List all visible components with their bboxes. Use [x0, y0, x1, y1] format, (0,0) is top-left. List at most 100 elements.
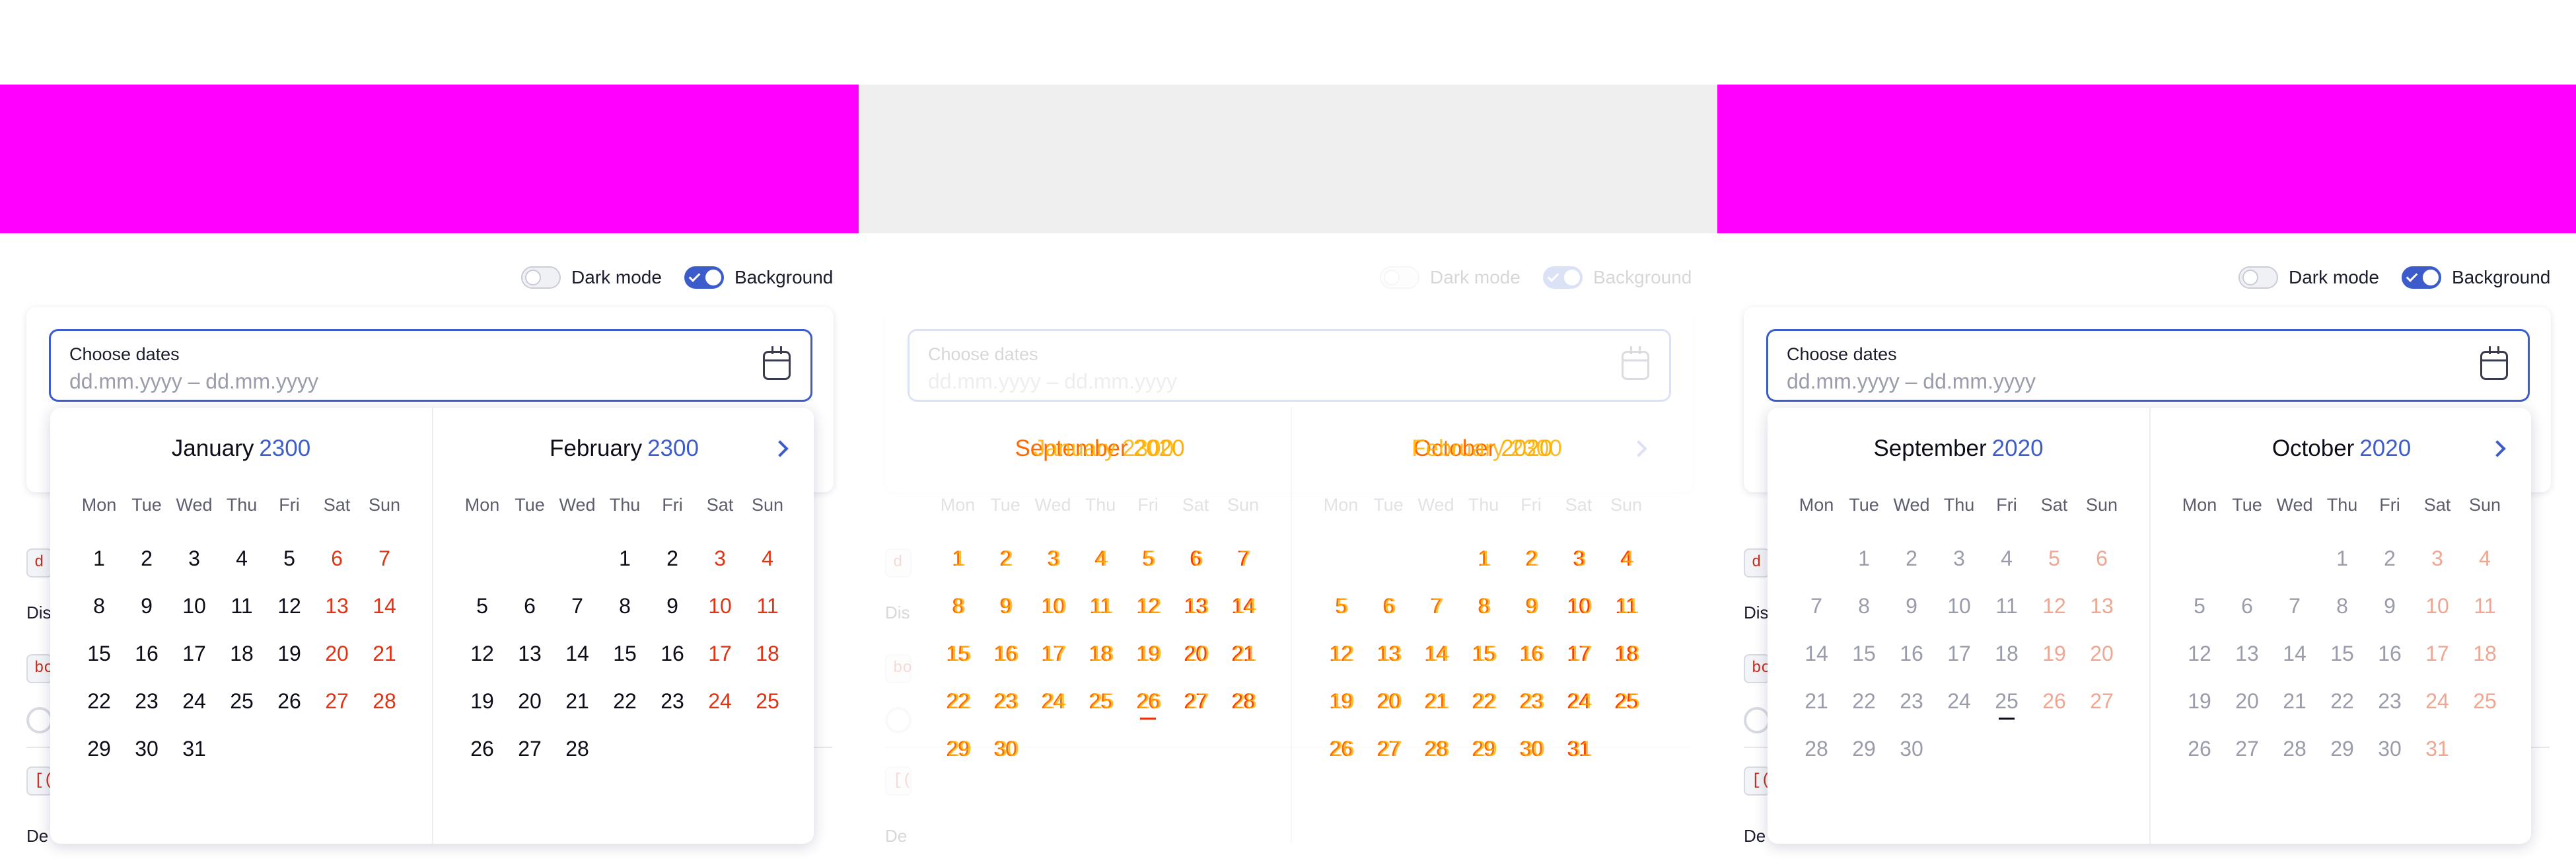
calendar-day[interactable]: 30 30	[982, 730, 1029, 767]
calendar-day[interactable]: 20	[2223, 683, 2271, 720]
calendar-day[interactable]: 8	[1840, 587, 1888, 624]
calendar-day[interactable]: 1	[2318, 540, 2366, 577]
calendar-day[interactable]: 10	[696, 587, 744, 624]
calendar-day[interactable]: 3	[170, 540, 218, 577]
dark-mode-toggle[interactable]: Dark mode	[521, 266, 662, 289]
calendar-day[interactable]: 13 13	[1172, 587, 1219, 624]
calendar-day[interactable]: 29	[1840, 730, 1888, 767]
calendar-day[interactable]: 10	[170, 587, 218, 624]
calendar-day[interactable]: 11	[218, 587, 266, 624]
calendar-day[interactable]: 12 12	[1317, 635, 1365, 672]
calendar-day[interactable]: 13 13	[1365, 635, 1412, 672]
calendar-day[interactable]: 25	[2461, 683, 2509, 720]
calendar-day[interactable]: 12	[266, 587, 313, 624]
calendar-day[interactable]: 20	[2078, 635, 2126, 672]
calendar-day[interactable]: 18 18	[1602, 635, 1650, 672]
calendar-day[interactable]: 11	[744, 587, 791, 624]
calendar-day[interactable]: 6	[2078, 540, 2126, 577]
calendar-day[interactable]: 15	[75, 635, 123, 672]
calendar-day[interactable]: 19 19	[1317, 683, 1365, 720]
calendar-day[interactable]: 15	[1840, 635, 1888, 672]
calendar-day[interactable]: 22	[1507, 540, 1555, 577]
background-switch[interactable]	[684, 266, 724, 289]
calendar-day[interactable]: 16 16	[1507, 635, 1555, 672]
calendar-day[interactable]: 11	[1983, 587, 2030, 624]
calendar-day[interactable]: 22	[2318, 683, 2366, 720]
calendar-day[interactable]: 17 17	[1555, 635, 1602, 672]
calendar-day[interactable]: 21 21	[1219, 635, 1267, 672]
calendar-day[interactable]: 13	[313, 587, 361, 624]
calendar-day[interactable]: 12	[2176, 635, 2223, 672]
calendar-day[interactable]: 28	[554, 730, 601, 767]
calendar-day[interactable]: 2	[123, 540, 170, 577]
calendar-day[interactable]: 15	[2318, 635, 2366, 672]
calendar-day[interactable]: 2	[2366, 540, 2414, 577]
calendar-day[interactable]: 26	[266, 683, 313, 720]
calendar-day[interactable]: 14	[2271, 635, 2318, 672]
calendar-day[interactable]: 22 22	[1460, 683, 1507, 720]
calendar-day[interactable]: 20	[313, 635, 361, 672]
calendar-day[interactable]: 19	[458, 683, 506, 720]
calendar-day[interactable]: 12	[2030, 587, 2078, 624]
calendar-day[interactable]: 15	[601, 635, 649, 672]
calendar-day[interactable]: 23	[123, 683, 170, 720]
calendar-day[interactable]: 22 22	[934, 683, 982, 720]
calendar-day[interactable]: 4	[744, 540, 791, 577]
calendar-day[interactable]: 11	[2461, 587, 2509, 624]
calendar-day[interactable]: 14	[1793, 635, 1840, 672]
calendar-day[interactable]: 1	[75, 540, 123, 577]
background-switch[interactable]	[2401, 266, 2441, 289]
calendar-day[interactable]: 24	[170, 683, 218, 720]
calendar-day[interactable]: 23	[1888, 683, 1935, 720]
calendar-day[interactable]: 5	[458, 587, 506, 624]
calendar-day[interactable]: 18	[744, 635, 791, 672]
calendar-day[interactable]: 11 11	[1077, 587, 1124, 624]
calendar-day[interactable]: 26 26	[1124, 683, 1172, 720]
calendar-day[interactable]: 9	[1888, 587, 1935, 624]
calendar-day[interactable]: 9	[2366, 587, 2414, 624]
calendar-day[interactable]: 44	[1077, 540, 1124, 577]
calendar-day[interactable]: 13	[2223, 635, 2271, 672]
calendar-day[interactable]: 26	[2176, 730, 2223, 767]
calendar-day[interactable]: 28 28	[1219, 683, 1267, 720]
calendar-day[interactable]: 19 19	[1124, 635, 1172, 672]
calendar-day[interactable]: 24 24	[1555, 683, 1602, 720]
calendar-day[interactable]: 5	[2176, 587, 2223, 624]
calendar-day[interactable]: 99	[982, 587, 1029, 624]
calendar-day[interactable]: 29 29	[1460, 730, 1507, 767]
calendar-day[interactable]: 28	[361, 683, 408, 720]
calendar-day[interactable]: 7	[2271, 587, 2318, 624]
calendar-day[interactable]: 23	[2366, 683, 2414, 720]
calendar-day[interactable]: 22	[1840, 683, 1888, 720]
calendar-icon[interactable]	[2480, 346, 2508, 380]
calendar-day[interactable]: 25	[218, 683, 266, 720]
calendar-day[interactable]: 7	[1793, 587, 1840, 624]
calendar-day[interactable]: 10 10	[1555, 587, 1602, 624]
calendar-day[interactable]: 10	[2414, 587, 2461, 624]
calendar-day[interactable]: 28	[1793, 730, 1840, 767]
calendar-day[interactable]: 17 17	[1029, 635, 1077, 672]
calendar-day[interactable]: 1	[601, 540, 649, 577]
calendar-day[interactable]: 9	[123, 587, 170, 624]
calendar-day[interactable]: 3	[2414, 540, 2461, 577]
calendar-day[interactable]: 19	[266, 635, 313, 672]
background-switch[interactable]	[1542, 266, 1583, 289]
dark-mode-toggle[interactable]: Dark mode	[2238, 266, 2379, 289]
calendar-day[interactable]: 11	[934, 540, 982, 577]
calendar-day[interactable]: 16 16	[982, 635, 1029, 672]
calendar-day[interactable]: 23	[649, 683, 696, 720]
background-toggle[interactable]: Background	[2401, 266, 2550, 289]
calendar-day[interactable]: 88	[1460, 587, 1507, 624]
calendar-day[interactable]: 55	[1124, 540, 1172, 577]
calendar-day[interactable]: 31	[2414, 730, 2461, 767]
calendar-day[interactable]: 27	[2223, 730, 2271, 767]
date-range-field[interactable]: Choose dates dd.mm.yyyy – dd.mm.yyyy	[1766, 329, 2530, 402]
calendar-day[interactable]: 12	[458, 635, 506, 672]
calendar-day[interactable]: 3	[1935, 540, 1983, 577]
calendar-day[interactable]: 5	[2030, 540, 2078, 577]
calendar-day[interactable]: 30 30	[1507, 730, 1555, 767]
calendar-day[interactable]: 7	[554, 587, 601, 624]
calendar-day[interactable]: 17	[696, 635, 744, 672]
calendar-day[interactable]: 29 29	[934, 730, 982, 767]
calendar-day[interactable]: 19	[2176, 683, 2223, 720]
